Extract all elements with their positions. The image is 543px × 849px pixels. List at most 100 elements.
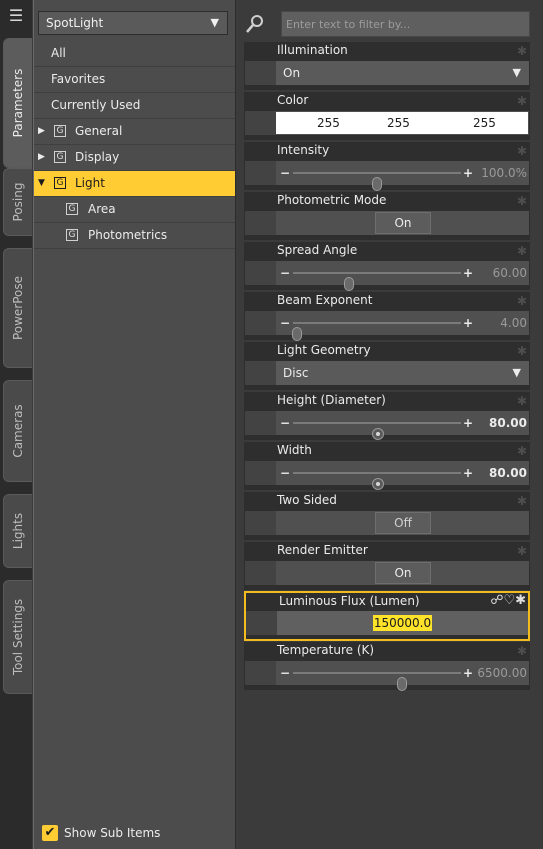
slider-value[interactable]: 4.00 [500, 311, 527, 335]
gear-icon[interactable]: ✱ [517, 194, 527, 208]
show-sub-items-label: Show Sub Items [64, 826, 161, 840]
gear-icon[interactable]: ✱ [517, 444, 527, 458]
slider-thumb[interactable] [397, 677, 407, 691]
tree-item-favorites[interactable]: Favorites [34, 67, 235, 93]
property-label: Color [277, 93, 309, 107]
gear-icon[interactable]: ✱ [515, 593, 526, 608]
increment-button[interactable]: + [463, 661, 473, 685]
property-label: Light Geometry [277, 343, 371, 357]
tree-item-general[interactable]: ▶ G General [34, 119, 235, 145]
decrement-button[interactable]: − [280, 661, 290, 685]
tab-lights[interactable]: Lights [3, 494, 32, 568]
property-label: Beam Exponent [277, 293, 373, 307]
property-luminous-flux: Luminous Flux (Lumen) ☍♡✱ 150000.0 [244, 591, 530, 641]
tab-parameters[interactable]: Parameters [3, 38, 32, 168]
tab-tool-settings[interactable]: Tool Settings [3, 580, 32, 694]
property-label: Spread Angle [277, 243, 358, 257]
dropdown-value: On [283, 66, 301, 80]
gear-icon[interactable]: ✱ [517, 94, 527, 108]
property-label: Render Emitter [277, 543, 368, 557]
width-slider[interactable] [293, 472, 461, 490]
menu-icon[interactable]: ☰ [6, 6, 26, 26]
slider-value[interactable]: 6500.00 [477, 661, 527, 685]
expand-arrow-icon[interactable]: ▶ [38, 119, 45, 144]
increment-button[interactable]: + [463, 411, 473, 435]
tree-item-label: Photometrics [88, 228, 168, 242]
property-light-geometry: Light Geometry ✱ Disc ▼ [244, 342, 530, 390]
gear-icon[interactable]: ✱ [517, 544, 527, 558]
increment-button[interactable]: + [463, 261, 473, 285]
slider-value[interactable]: 80.00 [489, 461, 527, 485]
beam-exponent-slider[interactable] [292, 322, 461, 341]
tree-item-currently-used[interactable]: Currently Used [34, 93, 235, 119]
node-selector[interactable]: SpotLight ▼ [38, 11, 228, 35]
tab-label: Lights [11, 512, 25, 550]
property-width: Width ✱ − + 80.00 [244, 442, 530, 490]
checkmark-icon: ✔ [42, 825, 58, 841]
decrement-button[interactable]: − [280, 161, 290, 185]
increment-button[interactable]: + [463, 161, 473, 185]
slider-thumb[interactable] [344, 277, 354, 291]
gear-icon[interactable]: ✱ [517, 44, 527, 58]
photometric-mode-toggle[interactable]: On [375, 212, 431, 234]
luminous-flux-input[interactable]: 150000.0 [277, 611, 528, 635]
tree-item-label: All [51, 46, 66, 60]
gear-icon[interactable]: ✱ [517, 344, 527, 358]
color-red-value: 255 [317, 116, 340, 130]
gear-icon[interactable]: ✱ [517, 394, 527, 408]
group-icon: G [66, 203, 78, 215]
heart-icon[interactable]: ♡ [503, 593, 515, 608]
gear-icon[interactable]: ✱ [517, 244, 527, 258]
tree-item-photometrics[interactable]: G Photometrics [34, 223, 235, 249]
tree-item-light[interactable]: ▼ G Light [34, 171, 235, 197]
property-spread-angle: Spread Angle ✱ − + 60.00 [244, 242, 530, 291]
two-sided-toggle[interactable]: Off [375, 512, 431, 534]
tab-powerpose[interactable]: PowerPose [3, 248, 32, 368]
temperature-slider[interactable] [293, 672, 461, 691]
property-intensity: Intensity ✱ − + 100.0% [244, 142, 530, 191]
gear-icon[interactable]: ✱ [517, 494, 527, 508]
tree-item-area[interactable]: G Area [34, 197, 235, 223]
increment-button[interactable]: + [463, 311, 473, 335]
render-emitter-toggle[interactable]: On [375, 562, 431, 584]
gear-icon[interactable]: ✱ [517, 644, 527, 658]
slider-value[interactable]: 100.0% [481, 161, 527, 185]
increment-button[interactable]: + [463, 461, 473, 485]
slider-value[interactable]: 80.00 [489, 411, 527, 435]
spread-angle-slider[interactable] [293, 272, 461, 291]
slider-value[interactable]: 60.00 [493, 261, 527, 285]
decrement-button[interactable]: − [280, 411, 290, 435]
illumination-dropdown[interactable]: On ▼ [276, 61, 529, 85]
intensity-slider[interactable] [293, 172, 461, 191]
chain-icon[interactable]: ☍ [490, 593, 503, 608]
light-geometry-dropdown[interactable]: Disc ▼ [276, 361, 529, 385]
color-swatch[interactable]: 255 255 255 [276, 112, 528, 134]
tab-cameras[interactable]: Cameras [3, 380, 32, 482]
slider-thumb[interactable] [372, 478, 384, 490]
gear-icon[interactable]: ✱ [517, 144, 527, 158]
decrement-button[interactable]: − [280, 311, 290, 335]
expand-arrow-icon[interactable]: ▶ [38, 145, 45, 170]
slider-thumb[interactable] [292, 327, 302, 341]
decrement-button[interactable]: − [280, 461, 290, 485]
tree-item-label: Light [75, 176, 105, 190]
tree-item-label: Display [75, 150, 120, 164]
tab-label: Cameras [11, 404, 25, 458]
chevron-down-icon: ▼ [512, 366, 521, 379]
height-slider[interactable] [293, 422, 461, 440]
tree-item-all[interactable]: All [34, 41, 235, 67]
collapse-arrow-icon[interactable]: ▼ [38, 171, 45, 196]
search-icon[interactable] [244, 12, 266, 36]
decrement-button[interactable]: − [280, 261, 290, 285]
group-icon: G [54, 125, 66, 137]
tab-posing[interactable]: Posing [3, 168, 32, 236]
property-label: Luminous Flux (Lumen) [279, 594, 420, 608]
slider-thumb[interactable] [372, 428, 384, 440]
filter-input[interactable] [281, 11, 530, 37]
tree-item-display[interactable]: ▶ G Display [34, 145, 235, 171]
group-icon: G [54, 177, 66, 189]
gear-icon[interactable]: ✱ [517, 294, 527, 308]
property-label: Photometric Mode [277, 193, 387, 207]
tab-label: PowerPose [11, 275, 25, 341]
slider-thumb[interactable] [372, 177, 382, 191]
